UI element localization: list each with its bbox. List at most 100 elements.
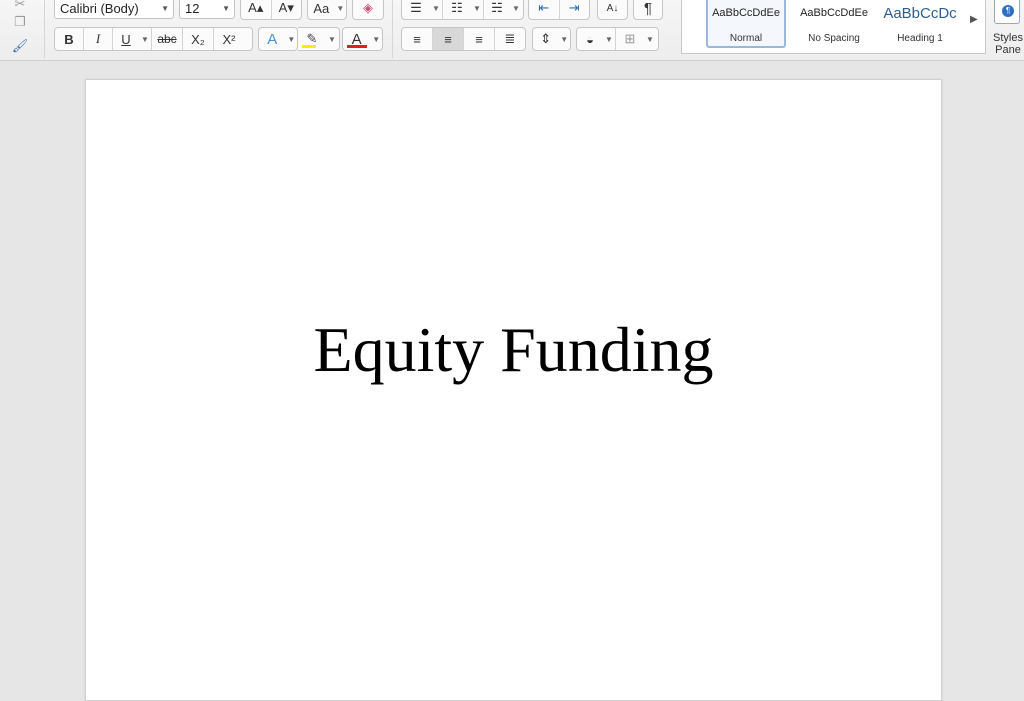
multilevel-list-button[interactable]: ☵	[484, 0, 510, 19]
style-name: No Spacing	[808, 33, 860, 44]
underline-dropdown[interactable]: ▼	[139, 28, 151, 50]
align-center-button[interactable]: ≡	[433, 28, 463, 50]
line-spacing-button[interactable]: ⇕	[533, 28, 558, 50]
document-title-text[interactable]: Equity Funding	[86, 312, 941, 388]
ribbon-toolbar: ✂ ❐ 🖌 Calibri (Body) ▼ 12 ▼ A▴ A▾ Aa ▼ ◈…	[0, 0, 1024, 61]
increase-indent-button[interactable]: ⇥	[560, 0, 590, 19]
highlight-button[interactable]: ✎	[298, 28, 326, 50]
borders-icon: ⊞	[624, 31, 636, 46]
highlight-dropdown[interactable]: ▼	[326, 28, 338, 50]
align-left-button[interactable]: ≡	[402, 28, 432, 50]
change-case-dropdown[interactable]: ▼	[335, 0, 346, 19]
font-color-group: A ▼	[342, 27, 383, 51]
style-sample: AaBbCcDdEe	[800, 7, 868, 19]
underline-button[interactable]: U	[113, 28, 139, 50]
shrink-font-icon: A▾	[278, 0, 294, 15]
shading-dropdown[interactable]: ▼	[603, 28, 615, 50]
show-formatting-button[interactable]: ¶	[634, 0, 662, 19]
bullet-list-icon: ☰	[410, 0, 422, 15]
italic-button[interactable]: I	[84, 28, 112, 50]
cut-icon[interactable]: ✂	[10, 0, 30, 12]
style-name: Heading 1	[897, 33, 943, 44]
numbering-button[interactable]: ☷	[443, 0, 471, 19]
font-color-bar	[347, 45, 367, 48]
shrink-font-button[interactable]: A▾	[272, 0, 302, 19]
pilcrow-icon: ¶	[643, 0, 653, 17]
line-spacing-icon: ⇕	[540, 31, 552, 46]
change-case-icon: Aa	[313, 0, 330, 16]
multilevel-list-dropdown[interactable]: ▼	[510, 0, 522, 19]
gallery-next-icon[interactable]: ▶	[970, 14, 978, 25]
chevron-down-icon: ▼	[161, 4, 169, 13]
divider	[44, 0, 45, 58]
font-name-value: Calibri (Body)	[60, 1, 139, 16]
grow-font-icon: A▴	[248, 0, 264, 15]
justify-button[interactable]: ≣	[495, 28, 525, 50]
superscript-icon: X²	[222, 31, 236, 47]
format-painter-icon[interactable]: 🖌	[10, 38, 30, 54]
numbered-list-icon: ☷	[451, 0, 463, 15]
divider	[392, 0, 393, 58]
clear-formatting-group: ◈	[352, 0, 384, 20]
copy-icon[interactable]: ❐	[10, 14, 30, 30]
text-effects-dropdown[interactable]: ▼	[286, 28, 297, 50]
justify-icon: ≣	[504, 31, 516, 46]
change-case-button[interactable]: Aa	[308, 0, 335, 19]
align-center-icon: ≡	[444, 31, 452, 47]
font-color-dropdown[interactable]: ▼	[370, 28, 382, 50]
strikethrough-icon: abc	[157, 32, 177, 46]
subscript-icon: X₂	[191, 31, 205, 47]
pilcrow-icon: ¶	[1002, 5, 1014, 17]
style-sample: AaBbCcDdEe	[712, 7, 780, 19]
clear-formatting-button[interactable]: ◈	[353, 0, 383, 19]
borders-button[interactable]: ⊞	[616, 28, 644, 50]
grow-font-button[interactable]: A▴	[241, 0, 271, 19]
align-right-button[interactable]: ≡	[464, 28, 494, 50]
change-case-group: Aa ▼	[307, 0, 347, 20]
underline-icon: U	[121, 31, 131, 47]
font-size-value: 12	[185, 1, 200, 16]
style-sample: AaBbCcDc	[883, 5, 957, 22]
bullets-dropdown[interactable]: ▼	[430, 0, 442, 19]
decrease-indent-button[interactable]: ⇤	[529, 0, 559, 19]
style-no-spacing[interactable]: AaBbCcDdEe No Spacing	[794, 0, 874, 48]
chevron-down-icon: ▼	[222, 4, 230, 13]
highlight-color-bar	[302, 45, 316, 48]
italic-icon: I	[95, 31, 101, 46]
styles-pane-button[interactable]: ¶	[994, 0, 1020, 24]
bullets-button[interactable]: ☰	[402, 0, 430, 19]
line-spacing-dropdown[interactable]: ▼	[558, 28, 570, 50]
style-heading-1[interactable]: AaBbCcDc Heading 1	[880, 0, 960, 48]
font-size-select[interactable]: 12 ▼	[179, 0, 235, 19]
font-size-buttons: A▴ A▾	[240, 0, 302, 20]
bold-icon: B	[64, 31, 74, 47]
borders-dropdown[interactable]: ▼	[644, 28, 656, 50]
font-name-select[interactable]: Calibri (Body) ▼	[54, 0, 174, 19]
text-effects-group: A ▼	[258, 27, 298, 51]
styles-pane-label[interactable]: Styles Pane	[990, 32, 1024, 56]
sort-icon: A↓	[606, 2, 619, 14]
increase-indent-icon: ⇥	[568, 0, 580, 15]
text-effects-button[interactable]: A	[259, 28, 286, 50]
list-group: ☰ ▼ ☷ ▼ ☵ ▼	[401, 0, 524, 20]
style-name: Normal	[729, 33, 763, 44]
document-page[interactable]: Equity Funding	[85, 79, 942, 701]
style-normal[interactable]: AaBbCcDdEe Normal	[706, 0, 786, 48]
superscript-button[interactable]: X²	[214, 28, 244, 50]
show-marks-group: ¶	[633, 0, 663, 20]
styles-gallery: AaBbCcDdEe Normal AaBbCcDdEe No Spacing …	[681, 0, 986, 54]
highlight-group: ✎ ▼	[298, 27, 340, 51]
strikethrough-button[interactable]: abc	[152, 28, 182, 50]
alignment-group: ≡ ≡ ≡ ≣	[401, 27, 526, 51]
decrease-indent-icon: ⇤	[538, 0, 550, 15]
subscript-button[interactable]: X₂	[183, 28, 213, 50]
sort-group: A↓	[597, 0, 628, 20]
numbering-dropdown[interactable]: ▼	[471, 0, 483, 19]
bold-button[interactable]: B	[55, 28, 83, 50]
shading-button[interactable]: ◒	[577, 28, 603, 50]
font-color-button[interactable]: A	[343, 28, 370, 50]
sort-button[interactable]: A↓	[598, 0, 627, 19]
text-effects-icon: A	[267, 30, 278, 48]
shading-borders-group: ◒ ▼ ⊞ ▼	[576, 27, 659, 51]
paint-bucket-icon: ◒	[586, 31, 594, 47]
